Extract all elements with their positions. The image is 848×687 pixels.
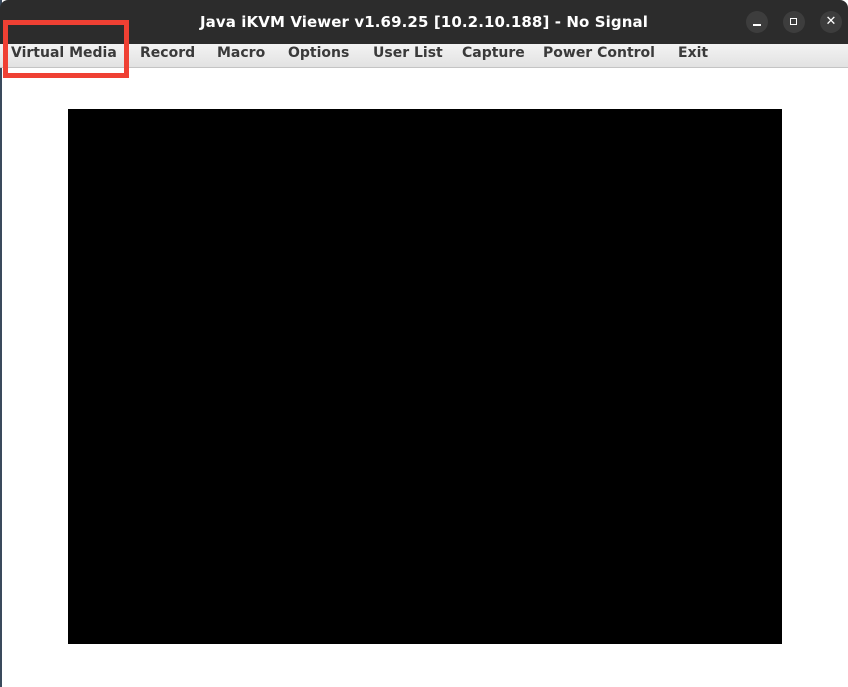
menu-user-list[interactable]: User List: [373, 44, 443, 67]
menu-macro[interactable]: Macro: [217, 44, 265, 67]
window-edge: [0, 0, 2, 687]
close-button[interactable]: ✕: [820, 11, 842, 33]
title-bar[interactable]: Java iKVM Viewer v1.69.25 [10.2.10.188] …: [0, 0, 848, 44]
menu-virtual-media[interactable]: Virtual Media: [11, 44, 117, 67]
menu-options[interactable]: Options: [288, 44, 349, 67]
menu-bar: Virtual Media Record Macro Options User …: [0, 44, 848, 68]
menu-record[interactable]: Record: [140, 44, 195, 67]
menu-power-control[interactable]: Power Control: [543, 44, 655, 67]
menu-capture[interactable]: Capture: [462, 44, 525, 67]
minimize-button[interactable]: [746, 11, 768, 33]
maximize-button[interactable]: [783, 11, 805, 33]
maximize-icon: [790, 18, 797, 25]
close-icon: ✕: [825, 14, 837, 29]
kvm-display[interactable]: [68, 109, 782, 644]
ikvm-window: Java iKVM Viewer v1.69.25 [10.2.10.188] …: [0, 0, 848, 687]
minimize-icon: [753, 24, 761, 26]
window-title: Java iKVM Viewer v1.69.25 [10.2.10.188] …: [199, 13, 649, 31]
menu-exit[interactable]: Exit: [678, 44, 708, 67]
